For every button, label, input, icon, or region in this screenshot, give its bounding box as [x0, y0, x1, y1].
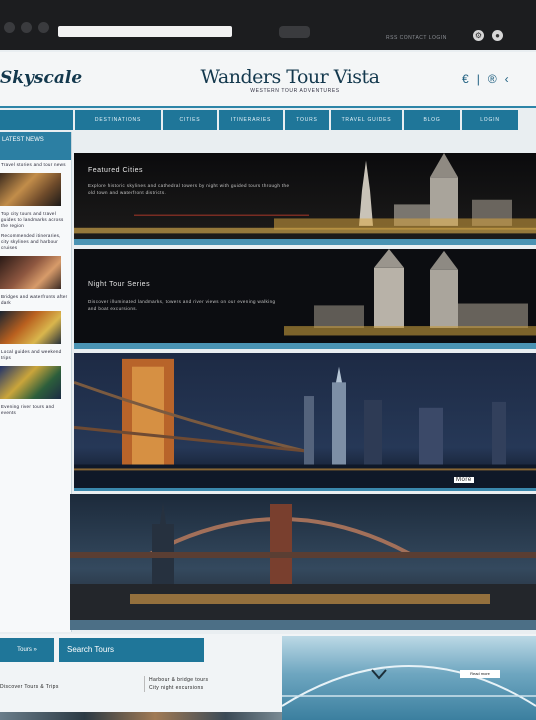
chat-icon[interactable]: ® — [488, 72, 497, 86]
sidebar-text: Bridges and waterfronts after dark — [1, 294, 68, 305]
hero-panel-cathedral[interactable]: Featured Cities Explore historic skyline… — [74, 153, 536, 245]
nav-item-destinations[interactable]: DESTINATIONS — [75, 110, 161, 130]
window-controls — [4, 22, 49, 33]
more-link[interactable]: More — [454, 477, 474, 483]
share-icon[interactable]: ‹ — [505, 72, 509, 86]
panel-text: Explore historic skylines and cathedral … — [88, 183, 290, 195]
sidebar: LATEST NEWS Travel stories and tour news… — [0, 132, 72, 632]
sidebar-thumbnail[interactable] — [0, 311, 61, 344]
bridge-arch-illustration — [282, 665, 536, 707]
photo-strip — [0, 712, 282, 720]
footer-band: Tours » Search Tours Discover Tours & Tr… — [0, 634, 536, 720]
search-tours-button[interactable]: Search Tours — [59, 638, 204, 662]
window-maximize-icon[interactable] — [38, 22, 49, 33]
window-close-icon[interactable] — [4, 22, 15, 33]
footer-links: Harbour & bridge tours City night excurs… — [144, 676, 208, 692]
settings-icon[interactable]: ⚙ — [473, 30, 484, 41]
hero-panel-towers[interactable]: Night Tour Series Discover illuminated l… — [74, 249, 536, 349]
footer-bridge-image[interactable]: Read more — [282, 636, 536, 720]
nav-home[interactable] — [0, 110, 73, 130]
harbour-illustration — [70, 494, 536, 630]
site-header: Skyscale Wanders Tour Vista WESTERN TOUR… — [0, 52, 536, 108]
nav-item-itineraries[interactable]: ITINERARIES — [219, 110, 283, 130]
sidebar-heading: LATEST NEWS — [0, 132, 71, 160]
nav-item-blog[interactable]: BLOG — [404, 110, 460, 130]
bridge-city-illustration — [74, 353, 536, 488]
nav-item-travel-guides[interactable]: TRAVEL GUIDES — [331, 110, 402, 130]
panel-title: Night Tour Series — [88, 281, 151, 288]
read-more-link[interactable]: Read more — [460, 670, 500, 678]
hero-panel-harbour[interactable] — [70, 494, 536, 630]
social-links: € | ® ‹ — [462, 72, 509, 86]
footer-text: Discover Tours & Trips — [0, 684, 59, 690]
sidebar-text: Travel stories and tour news — [1, 162, 66, 167]
address-bar[interactable] — [58, 26, 232, 37]
main-nav: DESTINATIONS CITIES ITINERARIES TOURS TR… — [0, 110, 536, 130]
facebook-icon[interactable]: € — [462, 72, 469, 86]
sidebar-text: Local guides and weekend trips — [1, 349, 62, 360]
towers-illustration — [74, 249, 536, 343]
user-icon[interactable]: ● — [492, 30, 503, 41]
nav-item-tours[interactable]: TOURS — [285, 110, 329, 130]
toolbar-button[interactable] — [279, 26, 310, 38]
browser-toolbar: RSS CONTACT LOGIN ⚙ ● — [0, 0, 536, 50]
sidebar-thumbnail[interactable] — [0, 256, 61, 289]
panel-title: Featured Cities — [88, 167, 143, 174]
toolbar-text: RSS CONTACT LOGIN — [386, 35, 447, 41]
sidebar-text: Evening river tours and events — [1, 404, 55, 415]
page: RSS CONTACT LOGIN ⚙ ● Skyscale Wanders T… — [0, 0, 536, 720]
panel-text: Discover illuminated landmarks, towers a… — [88, 299, 276, 311]
site-title[interactable]: Wanders Tour Vista — [170, 66, 410, 88]
nav-item-cities[interactable]: CITIES — [163, 110, 217, 130]
site-logo[interactable]: Skyscale — [0, 68, 82, 88]
skyline-illustration — [74, 153, 536, 239]
sidebar-text: Top city tours and travel guides to land… — [1, 211, 64, 228]
nav-item-login[interactable]: LOGIN — [462, 110, 518, 130]
tours-button[interactable]: Tours » — [0, 638, 54, 662]
twitter-icon[interactable]: | — [477, 72, 480, 86]
window-minimize-icon[interactable] — [21, 22, 32, 33]
sidebar-thumbnail[interactable] — [0, 173, 61, 206]
sidebar-text: Recommended itineraries, city skylines a… — [1, 233, 61, 250]
site-tagline: WESTERN TOUR ADVENTURES — [250, 88, 340, 94]
sidebar-thumbnail[interactable] — [0, 366, 61, 399]
hero-panel-bridge-city[interactable]: More — [74, 353, 536, 491]
